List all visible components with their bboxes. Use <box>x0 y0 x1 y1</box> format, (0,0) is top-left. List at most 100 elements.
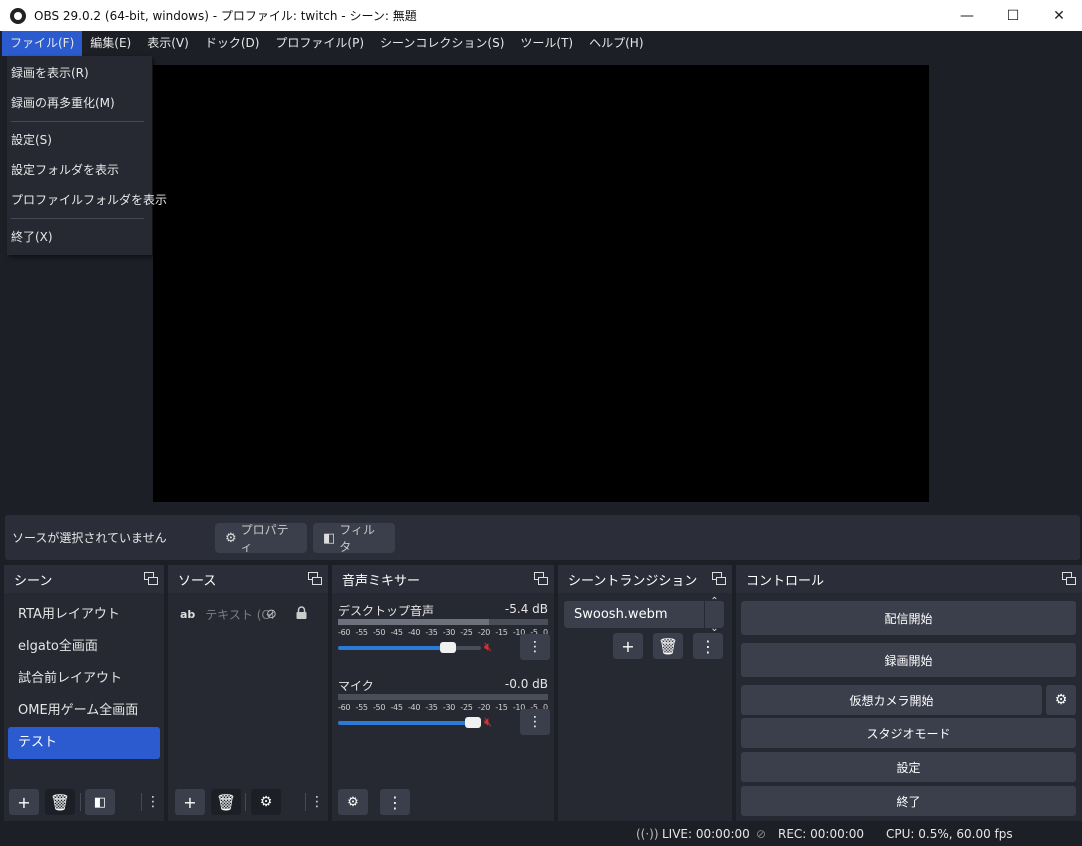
source-more-icon[interactable]: ⋮ <box>310 789 324 815</box>
minimize-button[interactable]: — <box>944 0 990 31</box>
gears-icon: ⚙ <box>347 794 359 810</box>
transition-select[interactable]: Swoosh.webm ⌃ ⌄ <box>564 596 724 634</box>
meter-tick-label: -25 <box>460 628 473 637</box>
remove-scene-button[interactable]: 🗑 <box>45 789 75 815</box>
menu-tools[interactable]: ツール(T) <box>512 31 581 56</box>
add-source-button[interactable]: + <box>175 789 205 815</box>
menu-file[interactable]: ファイル(F) <box>2 31 83 56</box>
menu-edit[interactable]: 編集(E) <box>82 31 139 56</box>
scenes-dock: シーン RTA用レイアウト elgato全画面 試合前レイアウト OME用ゲーム… <box>4 565 164 821</box>
meter-tick-label: -35 <box>425 703 438 712</box>
menu-item-exit[interactable]: 終了(X) <box>7 222 152 252</box>
meter-scale: -60 -55 -50 -45 -40 -35 -30 -25 -20 -15 -10 -5 0 <box>338 628 548 637</box>
meter-tick-label: -30 <box>442 703 456 712</box>
channel-db: -0.0 dB <box>504 677 548 691</box>
menu-item-remux[interactable]: 録画の再多重化(M) <box>7 88 152 118</box>
toolbar-divider <box>305 793 306 811</box>
sources-dock-header: ソース <box>168 565 328 593</box>
remove-source-button[interactable]: 🗑 <box>211 789 241 815</box>
live-timer: LIVE: 00:00:00 <box>662 827 750 841</box>
trash-icon: 🗑 <box>215 792 237 812</box>
volume-slider[interactable] <box>338 717 481 728</box>
channel-menu-button[interactable]: ⋮ <box>520 709 550 735</box>
menu-help[interactable]: ヘルプ(H) <box>581 31 651 56</box>
volume-meter <box>338 619 548 625</box>
audio-mixer-dock: 音声ミキサー デスクトップ音声 -5.4 dB -60 -55 -50 -45 -40-… <box>332 565 554 821</box>
source-properties-button[interactable]: ⚙ <box>251 789 281 815</box>
scene-item-selected[interactable]: テスト <box>8 727 160 759</box>
menu-item-show-profile-folder[interactable]: プロファイルフォルダを表示 <box>7 185 167 215</box>
meter-tick-label: -50 <box>372 703 386 712</box>
menu-item-settings[interactable]: 設定(S) <box>7 125 152 155</box>
scene-item[interactable]: 試合前レイアウト <box>8 663 160 695</box>
virtual-camera-settings-button[interactable]: ⚙ <box>1046 685 1076 715</box>
scene-item[interactable]: RTA用レイアウト <box>8 599 160 631</box>
transition-menu-button[interactable]: ⋮ <box>693 633 723 659</box>
meter-tick-label: -55 <box>355 703 368 712</box>
rec-timer: REC: 00:00:00 <box>778 827 865 841</box>
slider-handle[interactable] <box>439 642 456 653</box>
muted-speaker-icon[interactable]: 🔇︎ <box>484 715 492 730</box>
undock-icon[interactable] <box>712 572 726 585</box>
menu-separator <box>11 218 144 219</box>
volume-slider[interactable] <box>338 642 481 653</box>
menu-profile[interactable]: プロファイル(P) <box>267 31 372 56</box>
source-item[interactable]: ab テキスト (GI ⊘ <box>168 599 328 629</box>
controls-dock-header: コントロール <box>736 565 1082 593</box>
toolbar-divider <box>80 793 81 811</box>
menu-view[interactable]: 表示(V) <box>139 31 197 56</box>
transitions-dock: シーントランジション Swoosh.webm ⌃ ⌄ + 🗑 ⋮ <box>558 565 732 821</box>
menu-item-show-settings-folder[interactable]: 設定フォルダを表示 <box>7 155 152 185</box>
close-button[interactable]: ✕ <box>1036 0 1082 31</box>
lock-icon[interactable] <box>296 606 307 619</box>
menu-scene-collection[interactable]: シーンコレクション(S) <box>372 31 512 56</box>
properties-button[interactable]: ⚙ プロパティ <box>215 523 307 554</box>
meter-tick-label: -40 <box>407 703 421 712</box>
meter-tick-label: -25 <box>460 703 473 712</box>
mixer-menu-button[interactable]: ⋮ <box>380 789 410 815</box>
meter-tick-label: -30 <box>442 628 456 637</box>
add-scene-button[interactable]: + <box>9 789 39 815</box>
start-virtual-camera-button[interactable]: 仮想カメラ開始 <box>741 685 1042 715</box>
mixer-channel-desktop: デスクトップ音声 -5.4 dB -60 -55 -50 -45 -40 -35 -30 -2… <box>338 602 550 662</box>
start-streaming-button[interactable]: 配信開始 <box>741 601 1076 635</box>
studio-mode-button[interactable]: スタジオモード <box>741 718 1076 748</box>
slider-handle[interactable] <box>465 717 481 728</box>
cpu-fps-readout: CPU: 0.5%, 60.00 fps <box>886 827 1013 841</box>
scene-filters-button[interactable]: ◧ <box>85 789 115 815</box>
menu-item-show-recordings[interactable]: 録画を表示(R) <box>7 58 152 88</box>
menu-dock[interactable]: ドック(D) <box>197 31 268 56</box>
scene-more-icon[interactable]: ⋮ <box>146 789 160 815</box>
meter-tick-label: -20 <box>477 703 491 712</box>
transition-selected-value: Swoosh.webm <box>574 607 668 622</box>
muted-speaker-icon[interactable]: 🔇︎ <box>484 640 492 655</box>
channel-menu-button[interactable]: ⋮ <box>520 634 550 660</box>
toolbar-divider <box>141 793 142 811</box>
add-transition-button[interactable]: + <box>613 633 643 659</box>
exit-button[interactable]: 終了 <box>741 786 1076 816</box>
visibility-hidden-icon[interactable]: ⊘ <box>266 607 277 622</box>
undock-icon[interactable] <box>308 572 322 585</box>
settings-button[interactable]: 設定 <box>741 752 1076 782</box>
meter-tick-label: -35 <box>425 628 438 637</box>
plus-icon: + <box>17 792 31 812</box>
filters-button[interactable]: ◧ フィルタ <box>313 523 395 554</box>
preview-canvas[interactable] <box>153 65 929 502</box>
controls-title: コントロール <box>746 573 825 589</box>
undock-icon[interactable] <box>144 572 158 585</box>
no-source-selected-label: ソースが選択されていません <box>12 531 167 545</box>
scene-item[interactable]: OME用ゲーム全画面 <box>8 695 160 727</box>
mixer-title: 音声ミキサー <box>342 573 421 589</box>
transitions-title: シーントランジション <box>568 573 698 589</box>
plus-icon: + <box>621 636 635 656</box>
undock-icon[interactable] <box>1062 572 1076 585</box>
start-recording-button[interactable]: 録画開始 <box>741 643 1076 677</box>
stream-signal-icon: ((·)) <box>636 827 659 841</box>
advanced-audio-button[interactable]: ⚙ <box>338 789 368 815</box>
remove-transition-button[interactable]: 🗑 <box>653 633 683 659</box>
undock-icon[interactable] <box>534 572 548 585</box>
maximize-button[interactable]: ☐ <box>990 0 1036 31</box>
more-vertical-icon: ⋮ <box>528 639 542 655</box>
more-vertical-icon: ⋮ <box>387 792 403 812</box>
scene-item[interactable]: elgato全画面 <box>8 631 160 663</box>
